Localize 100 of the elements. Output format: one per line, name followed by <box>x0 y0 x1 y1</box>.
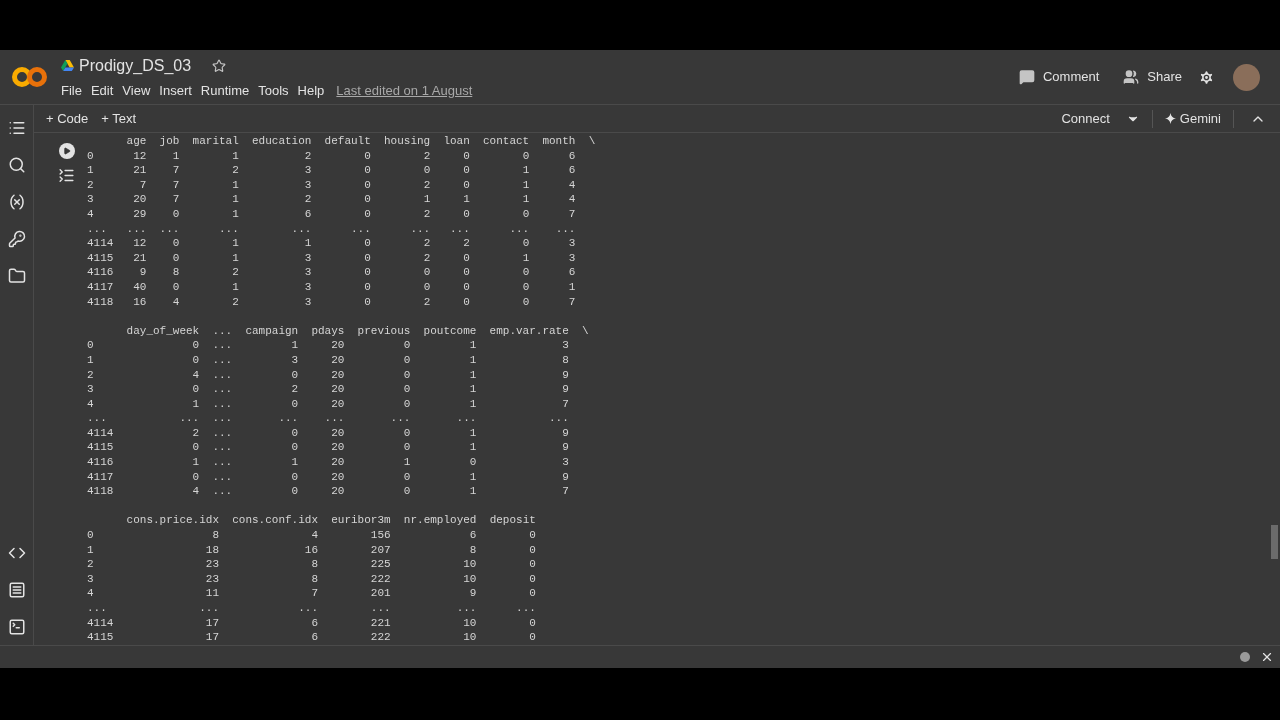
table-cell: 0 <box>364 251 371 264</box>
table-cell: 2 <box>423 295 431 308</box>
row-index: ... <box>87 222 107 235</box>
table-cell: 20 <box>331 426 345 439</box>
comment-button[interactable]: Comment <box>1018 67 1100 87</box>
share-button[interactable]: Share <box>1123 67 1182 87</box>
table-cell: 0 <box>291 441 299 454</box>
table-cell: 20 <box>331 368 345 381</box>
table-cell: 2 <box>232 266 239 279</box>
row-index: 4117 <box>87 280 114 293</box>
table-cell: 1 <box>469 397 477 410</box>
table-cell: 2 <box>304 149 312 162</box>
close-icon[interactable] <box>1260 650 1274 664</box>
table-cell: 0 <box>463 149 470 162</box>
table-cell: ... <box>212 368 233 381</box>
table-cell: 0 <box>364 280 371 293</box>
table-cell: 23 <box>205 558 219 571</box>
table-cell: 7 <box>311 587 319 600</box>
table-cell: 1 <box>291 456 299 469</box>
table-cell: 1 <box>232 280 239 293</box>
table-cell: ... <box>212 485 233 498</box>
table-cell: ... <box>298 602 319 614</box>
avatar[interactable] <box>1233 63 1260 91</box>
menu-item[interactable]: File <box>61 80 82 101</box>
logo-icon[interactable] <box>12 66 47 88</box>
add-code-button[interactable]: + Code <box>46 108 89 129</box>
table-cell: ... <box>212 339 233 352</box>
menu-item[interactable]: Tools <box>258 80 289 101</box>
table-cell: 10 <box>463 616 477 629</box>
table-cell: 1 <box>469 353 477 366</box>
table-cell: 0 <box>403 426 411 439</box>
table-cell: 2 <box>232 164 239 177</box>
table-cell: ... <box>516 602 536 614</box>
table-cell: 0 <box>529 587 536 600</box>
gemini-button[interactable]: Gemini <box>1164 108 1221 129</box>
scrollbar[interactable] <box>1271 525 1278 559</box>
table-cell: 1 <box>522 178 530 191</box>
table-cell: 20 <box>331 470 345 483</box>
table-cell: 225 <box>370 558 391 571</box>
table-cell: 10 <box>463 572 477 585</box>
table-cell: 7 <box>139 178 147 191</box>
continuation-mark: \ <box>582 324 589 337</box>
table-cell: 1 <box>232 237 239 250</box>
settings-icon[interactable] <box>1198 68 1215 86</box>
table-cell: 0 <box>403 353 411 366</box>
table-cell: 0 <box>364 149 371 162</box>
column-header: age <box>126 135 147 147</box>
add-text-button[interactable]: + Text <box>101 108 137 129</box>
table-cell: ... <box>410 222 431 235</box>
table-cell: 0 <box>423 164 431 177</box>
table-cell: 1 <box>232 193 239 206</box>
table-cell: 9 <box>139 266 147 279</box>
table-cell: 4 <box>192 368 200 381</box>
table-cell: 1 <box>291 339 299 352</box>
table-cell: 0 <box>192 441 200 454</box>
table-cell: 201 <box>370 587 391 600</box>
star-icon[interactable] <box>212 58 227 73</box>
table-cell: 0 <box>364 295 371 308</box>
table-cell: 9 <box>469 587 477 600</box>
table-cell: ... <box>212 383 233 396</box>
row-index: 4114 <box>87 426 114 439</box>
table-cell: ... <box>450 222 470 235</box>
table-cell: 0 <box>529 631 536 644</box>
table-cell: 3 <box>562 456 569 469</box>
menu-item[interactable]: Edit <box>90 80 114 101</box>
table-cell: ... <box>212 426 233 439</box>
table-cell: ... <box>370 602 391 614</box>
table-cell: ... <box>159 222 180 235</box>
table-cell: 3 <box>304 251 312 264</box>
last-edited-link[interactable]: Last edited on 1 August <box>336 80 473 101</box>
table-cell: 1 <box>469 441 477 454</box>
menu-item[interactable]: Insert <box>159 80 192 101</box>
menu-item[interactable]: View <box>122 80 151 101</box>
menu-item[interactable]: Runtime <box>200 80 250 101</box>
table-cell: ... <box>456 602 477 614</box>
row-index: 0 <box>87 339 94 352</box>
table-cell: 2 <box>423 207 431 220</box>
table-cell: 0 <box>529 529 536 542</box>
row-index: 4 <box>87 587 94 600</box>
connect-button[interactable]: Connect <box>1061 108 1114 129</box>
table-cell: ... <box>212 456 233 469</box>
table-cell: 6 <box>311 616 319 629</box>
column-header: marital <box>192 135 239 147</box>
notebook-title[interactable]: Prodigy_DS_03 <box>79 53 192 78</box>
output-toggle-icon[interactable] <box>58 167 75 184</box>
run-button[interactable] <box>58 143 75 159</box>
table-cell: 2 <box>423 251 431 264</box>
table-cell: 7 <box>562 485 569 498</box>
menu-item[interactable]: Help <box>297 80 325 101</box>
table-cell: 3 <box>304 280 312 293</box>
table-cell: 8 <box>562 353 569 366</box>
table-cell: 0 <box>463 251 470 264</box>
table-cell: 40 <box>133 280 147 293</box>
row-index: 1 <box>87 164 94 177</box>
column-header: day_of_week <box>126 324 200 337</box>
table-cell: 3 <box>304 266 312 279</box>
table-cell: 7 <box>172 164 180 177</box>
row-index: 1 <box>87 543 94 556</box>
drive-icon <box>61 60 74 72</box>
row-index: 1 <box>87 353 94 366</box>
